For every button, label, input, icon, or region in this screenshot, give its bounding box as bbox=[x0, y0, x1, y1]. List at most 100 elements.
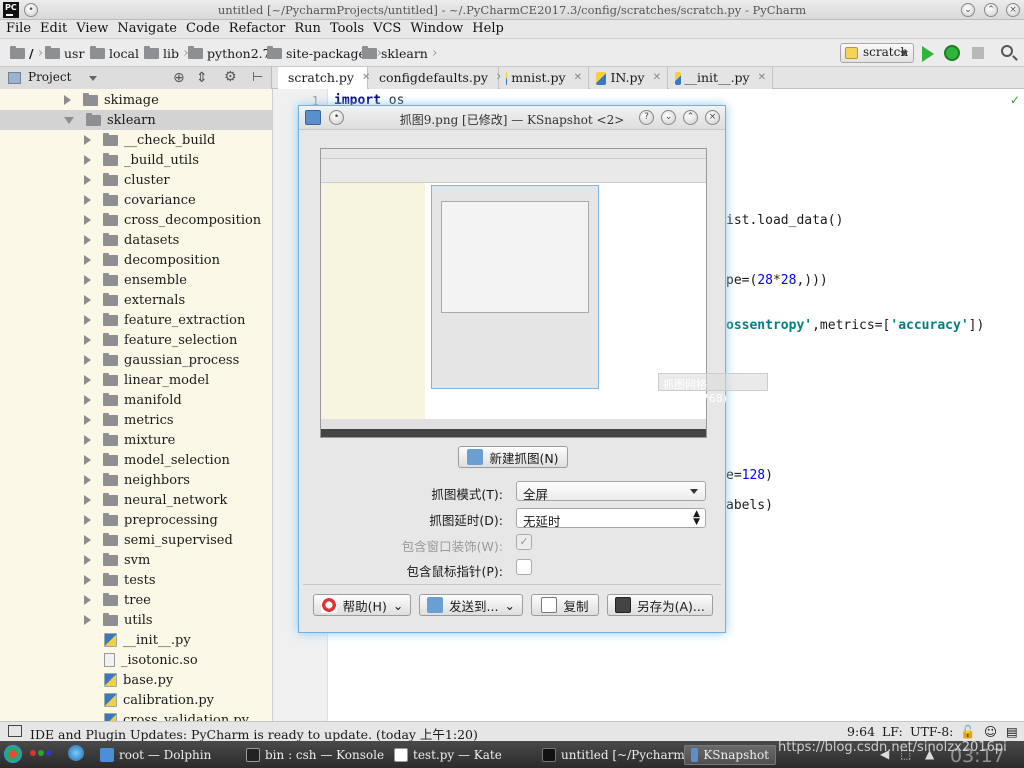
snapshot-preview[interactable] bbox=[320, 148, 707, 438]
close-tab-icon[interactable]: ✕ bbox=[574, 72, 582, 89]
capture-mode-select[interactable]: 全屏 bbox=[516, 481, 706, 502]
tree-item-calibration-py[interactable]: calibration.py bbox=[104, 690, 214, 710]
tree-item-semi-supervised[interactable]: semi_supervised bbox=[84, 530, 233, 550]
menu-view[interactable]: View bbox=[70, 20, 111, 36]
chevron-right-icon[interactable] bbox=[84, 435, 91, 445]
chevron-right-icon[interactable] bbox=[84, 255, 91, 265]
lock-icon[interactable]: 🔓 bbox=[960, 724, 976, 740]
tree-item-datasets[interactable]: datasets bbox=[84, 230, 179, 250]
event-log-icon[interactable]: ▤ bbox=[1006, 724, 1018, 739]
tree-item-gaussian-process[interactable]: gaussian_process bbox=[84, 350, 239, 370]
mouse-pointer-checkbox[interactable] bbox=[516, 559, 532, 575]
menu-edit[interactable]: Edit bbox=[34, 20, 70, 36]
close-button[interactable]: × bbox=[705, 110, 720, 125]
tree-item-mixture[interactable]: mixture bbox=[84, 430, 175, 450]
tree-item-cross-decomposition[interactable]: cross_decomposition bbox=[84, 210, 261, 230]
tree-item-cross-validation-py[interactable]: cross_validation.py bbox=[104, 710, 249, 721]
send-to-button[interactable]: 发送到... ⌄ bbox=[419, 594, 523, 616]
tree-item-isotonic-so[interactable]: _isotonic.so bbox=[104, 650, 198, 670]
tab-init-py[interactable]: __init__.py ✕ bbox=[669, 67, 773, 89]
activity-icon[interactable] bbox=[38, 750, 44, 756]
hide-panel-icon[interactable]: ⊢ bbox=[252, 70, 263, 85]
chevron-right-icon[interactable] bbox=[84, 195, 91, 205]
activity-icon[interactable] bbox=[46, 750, 52, 756]
tree-item-manifold[interactable]: manifold bbox=[84, 390, 182, 410]
chevron-right-icon[interactable] bbox=[84, 615, 91, 625]
locate-icon[interactable]: ⊕ bbox=[173, 70, 185, 86]
tab-mnist-py[interactable]: mnist.py ✕ bbox=[500, 67, 589, 89]
close-tab-icon[interactable]: ✕ bbox=[758, 72, 766, 89]
task-konsole[interactable]: bin : csh — Konsole bbox=[240, 745, 390, 765]
project-tool-tab[interactable]: Project ⊕ ⇕ ⚙ ⊢ bbox=[0, 67, 272, 89]
inspector-icon[interactable]: ☺ bbox=[984, 724, 997, 739]
search-icon[interactable] bbox=[1001, 45, 1018, 61]
task-ksnapshot[interactable]: KSnapshot bbox=[684, 745, 776, 765]
breadcrumb-root[interactable]: / › bbox=[10, 44, 43, 62]
maximize-button[interactable]: ⌃ bbox=[683, 110, 698, 125]
tree-item-init-py[interactable]: __init__.py bbox=[104, 630, 191, 650]
tree-item-preprocessing[interactable]: preprocessing bbox=[84, 510, 218, 530]
activity-icon[interactable] bbox=[30, 750, 36, 756]
help-button[interactable]: 帮助(H) ⌄ bbox=[313, 594, 411, 616]
chevron-right-icon[interactable] bbox=[84, 575, 91, 585]
tree-item-base-py[interactable]: base.py bbox=[104, 670, 173, 690]
toggle-toolwindows-icon[interactable] bbox=[8, 725, 22, 737]
tree-item-cluster[interactable]: cluster bbox=[84, 170, 170, 190]
browser-icon[interactable] bbox=[68, 745, 84, 761]
capture-delay-spinbox[interactable]: 无延时 ▲ ▼ bbox=[516, 508, 706, 529]
tree-item-utils[interactable]: utils bbox=[84, 610, 153, 630]
breadcrumb-local[interactable]: local› bbox=[90, 44, 149, 62]
tree-item-covariance[interactable]: covariance bbox=[84, 190, 196, 210]
breadcrumb-sklearn[interactable]: sklearn › bbox=[362, 44, 437, 62]
chevron-right-icon[interactable] bbox=[84, 595, 91, 605]
chevron-down-icon[interactable] bbox=[89, 76, 97, 81]
line-separator[interactable]: LF: bbox=[882, 724, 903, 739]
chevron-right-icon[interactable] bbox=[84, 215, 91, 225]
tree-item-model-selection[interactable]: model_selection bbox=[84, 450, 230, 470]
run-icon[interactable] bbox=[922, 46, 934, 62]
new-snapshot-button[interactable]: 新建抓图(N) bbox=[458, 446, 568, 468]
chevron-right-icon[interactable] bbox=[84, 415, 91, 425]
menu-code[interactable]: Code bbox=[180, 20, 223, 36]
chevron-right-icon[interactable] bbox=[84, 375, 91, 385]
chevron-right-icon[interactable] bbox=[84, 295, 91, 305]
maximize-button[interactable]: ⌃ bbox=[984, 3, 998, 17]
chevron-right-icon[interactable] bbox=[84, 555, 91, 565]
menu-run[interactable]: Run bbox=[288, 20, 324, 36]
chevron-right-icon[interactable] bbox=[84, 355, 91, 365]
chevron-down-icon[interactable] bbox=[64, 116, 74, 124]
tree-item-feature-selection[interactable]: feature_selection bbox=[84, 330, 237, 350]
menu-refactor[interactable]: Refactor bbox=[223, 20, 289, 36]
chevron-right-icon[interactable] bbox=[84, 495, 91, 505]
close-button[interactable]: × bbox=[1006, 3, 1020, 17]
menu-tools[interactable]: Tools bbox=[324, 20, 367, 36]
tree-item-check-build[interactable]: __check_build bbox=[84, 130, 215, 150]
tree-item-skimage[interactable]: skimage bbox=[64, 90, 159, 110]
tree-item-metrics[interactable]: metrics bbox=[84, 410, 174, 430]
chevron-right-icon[interactable] bbox=[84, 475, 91, 485]
tree-item-tree[interactable]: tree bbox=[84, 590, 151, 610]
window-decor-checkbox[interactable]: ✓ bbox=[516, 534, 532, 550]
gear-icon[interactable]: ⚙ bbox=[224, 69, 237, 85]
menu-vcs[interactable]: VCS bbox=[367, 20, 404, 36]
tree-item-decomposition[interactable]: decomposition bbox=[84, 250, 220, 270]
tree-item-ensemble[interactable]: ensemble bbox=[84, 270, 187, 290]
chevron-right-icon[interactable] bbox=[84, 315, 91, 325]
tree-item-build-utils[interactable]: _build_utils bbox=[84, 150, 199, 170]
copy-button[interactable]: 复制 bbox=[531, 594, 599, 616]
tree-item-neighbors[interactable]: neighbors bbox=[84, 470, 190, 490]
chevron-right-icon[interactable] bbox=[84, 175, 91, 185]
collapse-icon[interactable]: ⇕ bbox=[196, 70, 208, 86]
task-dolphin[interactable]: root — Dolphin bbox=[94, 745, 217, 765]
menu-navigate[interactable]: Navigate bbox=[111, 20, 180, 36]
breadcrumb-usr[interactable]: usr› bbox=[45, 44, 94, 62]
chevron-right-icon[interactable] bbox=[84, 515, 91, 525]
help-icon[interactable]: ? bbox=[639, 110, 654, 125]
breadcrumb-lib[interactable]: lib › bbox=[144, 44, 189, 62]
chevron-right-icon[interactable] bbox=[84, 155, 91, 165]
app-launcher-icon[interactable] bbox=[4, 745, 22, 763]
caret-position[interactable]: 9:64 bbox=[847, 724, 875, 739]
tab-configdefaults-py[interactable]: configdefaults.py✕ bbox=[369, 67, 504, 89]
chevron-right-icon[interactable] bbox=[84, 535, 91, 545]
spinner-arrows-icon[interactable]: ▲ ▼ bbox=[693, 510, 700, 527]
